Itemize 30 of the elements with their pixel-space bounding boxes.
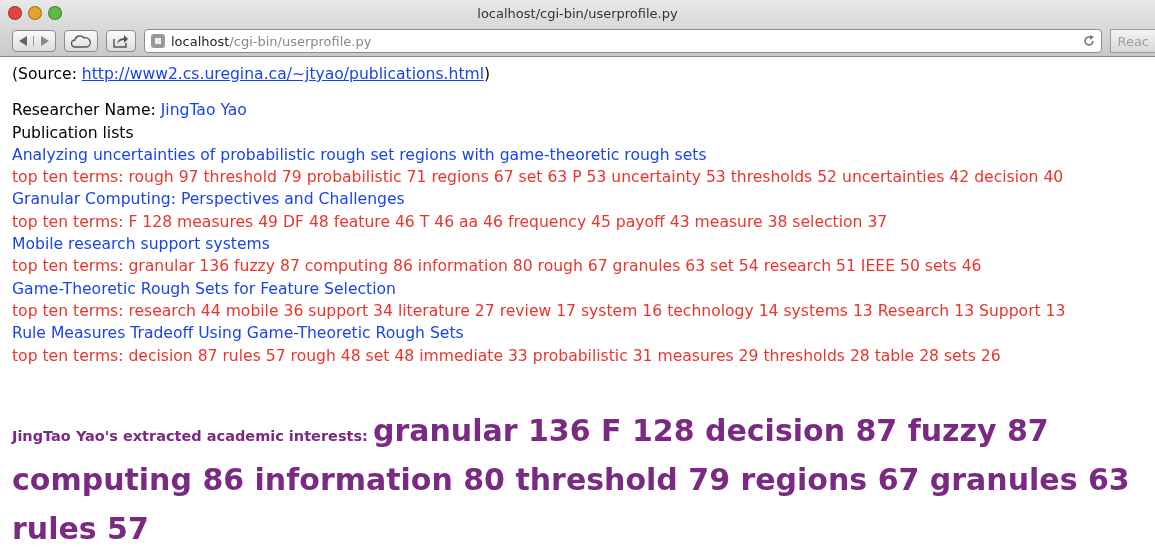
top-terms: top ten terms: granular 136 fuzzy 87 computing 86 information 80 rough 67 granules 63 set 54 research 51 IEEE 50 sets 46 xyxy=(12,257,982,276)
source-link[interactable]: http://www2.cs.uregina.ca/~jtyao/publications.html xyxy=(81,65,484,83)
interests-sentence: JingTao Yao's extracted academic interests: granular 136 F 128 decision 87 fuzzy 87 computing 86 information 80 threshold 79 regions 67 granules 63 rules 57 xyxy=(12,411,1131,548)
publications-heading: Publication lists xyxy=(12,123,134,142)
researcher-label: Researcher Name: xyxy=(12,101,157,120)
top-terms: top ten terms: decision 87 rules 57 rough 48 set 48 immediate 33 probabilistic 31 measures 29 thresholds 28 table 28 sets 26 xyxy=(12,346,1001,365)
address-bar[interactable]: localhost/cgi-bin/userprofile.py xyxy=(144,29,1103,53)
cloud-button[interactable] xyxy=(64,30,98,52)
top-terms: top ten terms: F 128 measures 49 DF 48 feature 46 T 46 aa 46 frequency 45 payoff 43 measure 38 selection 37 xyxy=(12,212,888,231)
publication-title[interactable]: Rule Measures Tradeoff Using Game-Theoretic Rough Sets xyxy=(12,324,464,343)
share-button[interactable] xyxy=(106,30,136,52)
reload-icon[interactable] xyxy=(1083,35,1096,47)
site-icon xyxy=(151,34,165,48)
publication-title[interactable]: Analyzing uncertainties of probabilistic rough set regions with game-theoretic rough sets xyxy=(12,145,707,164)
back-forward-icon xyxy=(19,36,49,46)
cloud-icon xyxy=(71,34,91,48)
publication-title[interactable]: Granular Computing: Perspectives and Challenges xyxy=(12,190,405,209)
top-terms: top ten terms: research 44 mobile 36 support 34 literature 27 review 17 system 16 technology 14 systems 13 Research 13 Support 13 xyxy=(12,301,1066,320)
minimize-button[interactable] xyxy=(28,6,42,20)
publication-title[interactable]: Mobile research support systems xyxy=(12,235,270,254)
back-forward-button[interactable] xyxy=(12,30,56,52)
source-label: (Source: xyxy=(12,65,78,83)
publication-title[interactable]: Game-Theoretic Rough Sets for Feature Selection xyxy=(12,279,396,298)
source-paren: ) xyxy=(484,65,491,83)
window-title: localhost/cgi-bin/userprofile.py xyxy=(476,5,679,21)
zoom-button[interactable] xyxy=(48,6,62,20)
share-icon xyxy=(113,34,129,48)
researcher-name: JingTao Yao xyxy=(160,101,247,120)
top-terms: top ten terms: rough 97 threshold 79 probabilistic 71 regions 67 set 63 P 53 uncertainty 53 thresholds 52 uncertainties 42 decision 40 xyxy=(12,168,1064,187)
close-button[interactable] xyxy=(8,6,22,20)
